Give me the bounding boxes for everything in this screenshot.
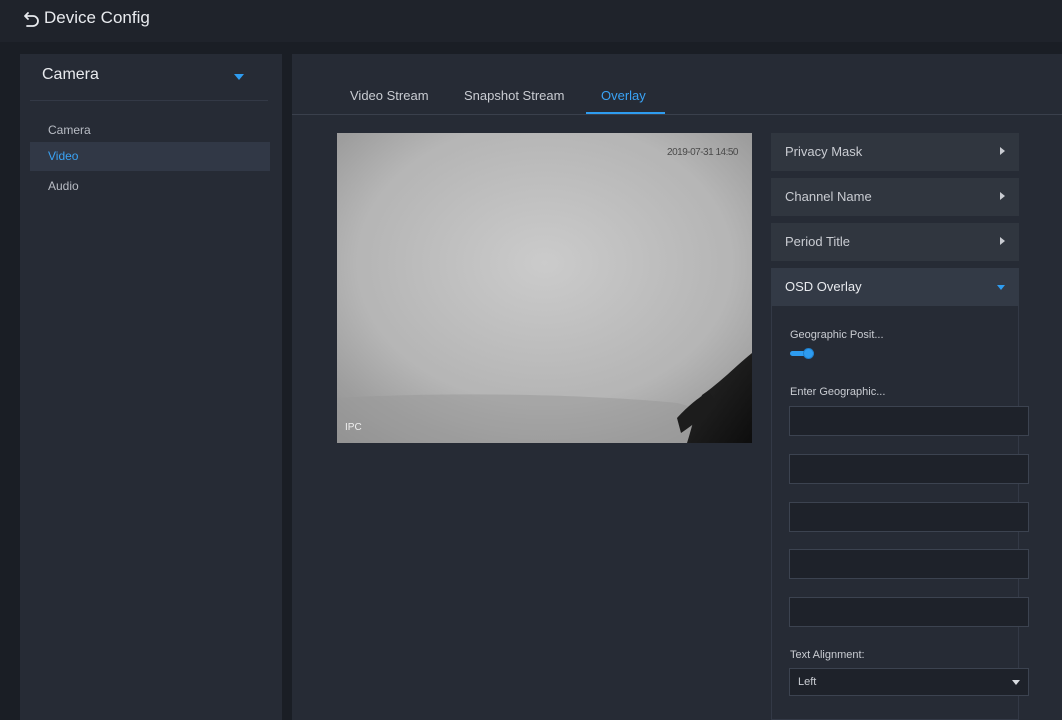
enter-geographic-label: Enter Geographic...: [790, 386, 886, 398]
sidebar-item-video[interactable]: Video: [30, 142, 270, 171]
panel-label: Privacy Mask: [785, 144, 863, 159]
sidebar-item-audio[interactable]: Audio: [30, 172, 270, 201]
preview-timestamp: 2019-07-31 14:50: [667, 147, 738, 158]
video-preview[interactable]: 2019-07-31 14:50 IPC: [337, 133, 752, 443]
text-alignment-value: Left: [798, 676, 817, 688]
geographic-field-3[interactable]: [789, 502, 1029, 532]
tab-bar: Video Stream Snapshot Stream Overlay: [292, 54, 1062, 115]
back-icon[interactable]: [22, 9, 42, 29]
preview-channel-label: IPC: [345, 422, 362, 433]
video-frame: [337, 133, 752, 443]
geographic-field-4[interactable]: [789, 549, 1029, 579]
tab-overlay[interactable]: Overlay: [601, 88, 646, 103]
divider: [30, 100, 268, 101]
chevron-right-icon: [1000, 147, 1005, 155]
geographic-position-toggle[interactable]: [790, 347, 814, 360]
panel-label: Channel Name: [785, 189, 872, 204]
chevron-down-icon: [1012, 680, 1020, 685]
geographic-field-5[interactable]: [789, 597, 1029, 627]
sidebar-group-label: Camera: [42, 66, 99, 83]
top-bar: Device Config: [0, 0, 1062, 42]
privacy-mask-panel[interactable]: Privacy Mask: [771, 133, 1019, 171]
main-panel: Video Stream Snapshot Stream Overlay 201…: [292, 54, 1062, 720]
page-title: Device Config: [44, 8, 150, 27]
panel-label: Period Title: [785, 234, 851, 249]
toggle-knob: [803, 348, 814, 359]
channel-name-panel[interactable]: Channel Name: [771, 178, 1019, 216]
text-alignment-label: Text Alignment:: [790, 649, 865, 661]
sidebar-item-camera[interactable]: Camera: [30, 116, 270, 145]
geographic-position-label: Geographic Posit...: [790, 329, 884, 341]
active-tab-indicator: [586, 112, 665, 114]
chevron-right-icon: [1000, 192, 1005, 200]
tab-video-stream[interactable]: Video Stream: [350, 88, 429, 103]
geographic-field-2[interactable]: [789, 454, 1029, 484]
geographic-field-1[interactable]: [789, 406, 1029, 436]
period-title-panel[interactable]: Period Title: [771, 223, 1019, 261]
tab-snapshot-stream[interactable]: Snapshot Stream: [464, 88, 564, 103]
osd-overlay-panel[interactable]: OSD Overlay: [771, 268, 1019, 306]
osd-overlay-body: Geographic Posit... Enter Geographic... …: [771, 306, 1029, 720]
text-alignment-select[interactable]: Left: [789, 668, 1029, 696]
chevron-down-icon[interactable]: [234, 74, 244, 80]
chevron-right-icon: [1000, 237, 1005, 245]
panel-label: OSD Overlay: [785, 279, 862, 294]
sidebar: Camera Camera Video Audio: [20, 54, 282, 720]
chevron-down-icon: [997, 285, 1005, 290]
